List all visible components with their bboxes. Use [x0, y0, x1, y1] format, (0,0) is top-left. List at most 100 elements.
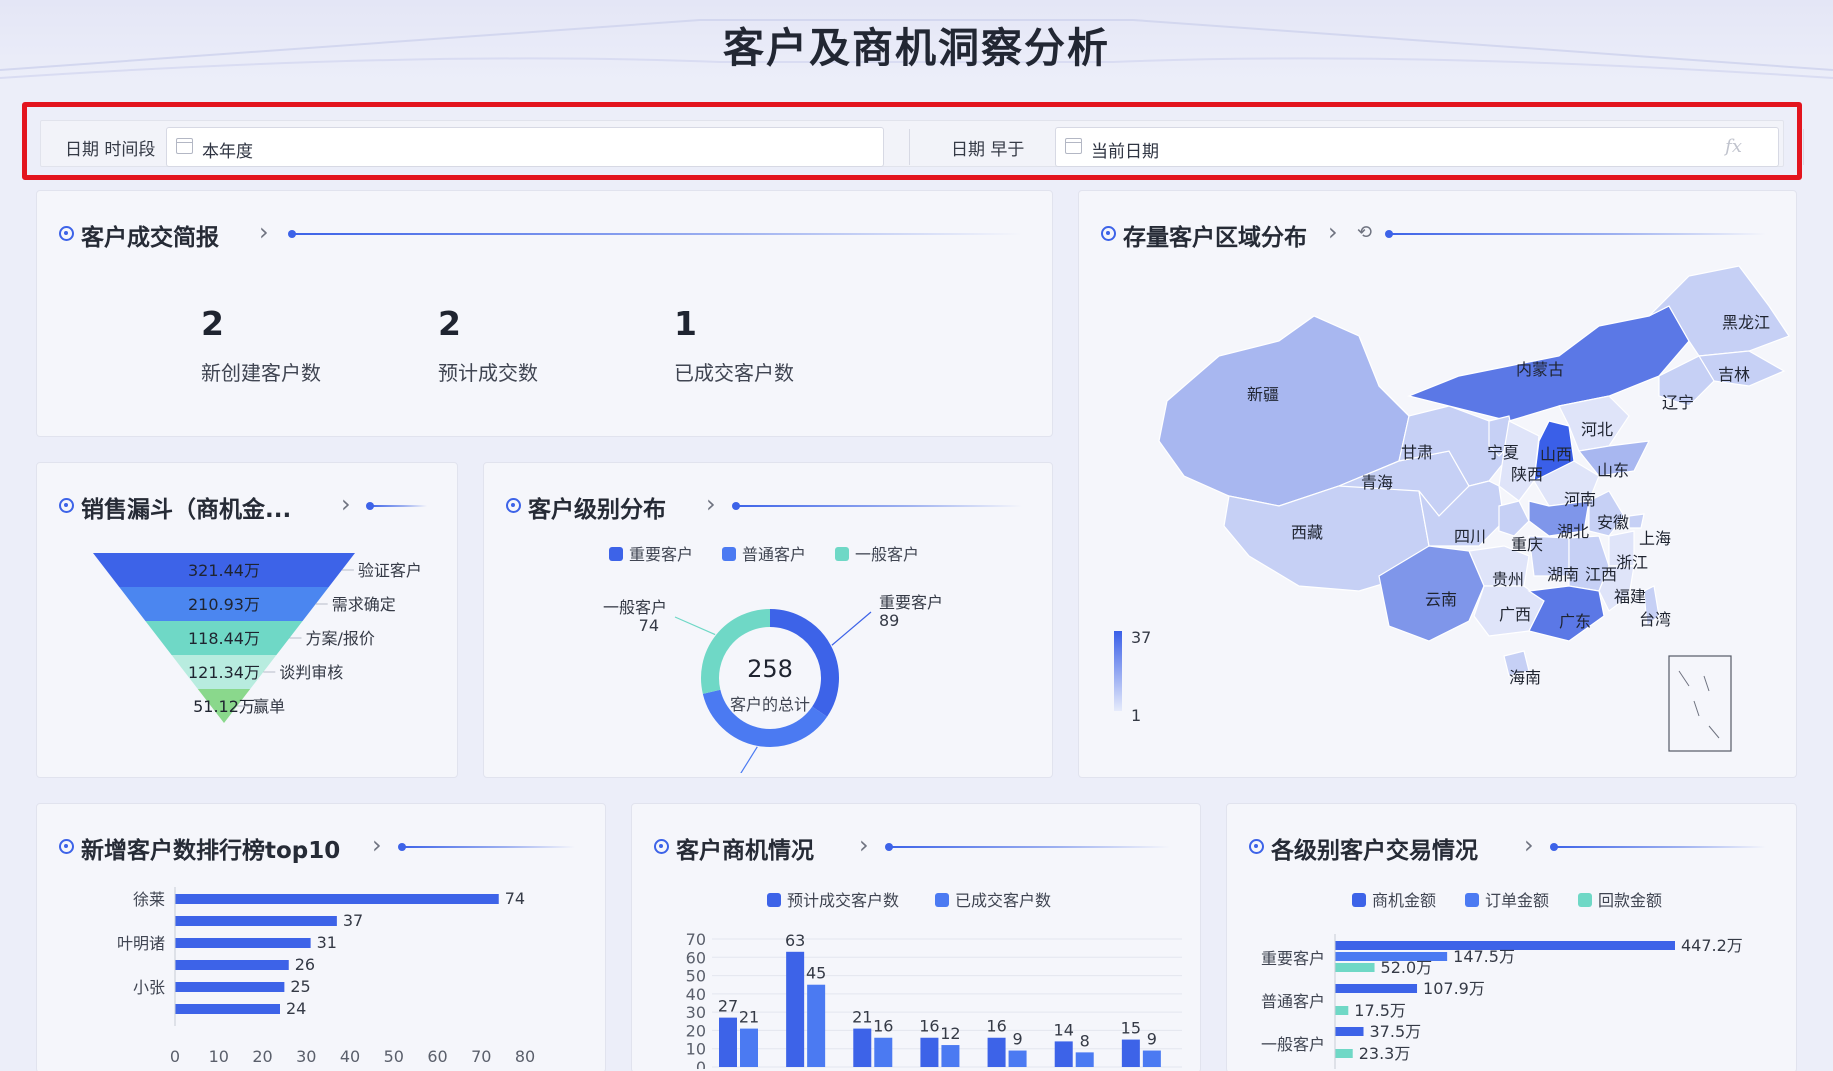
province-label: 河南 — [1564, 490, 1596, 509]
link-icon[interactable]: ⟲ — [1357, 222, 1372, 243]
legend-swatch — [1465, 893, 1479, 907]
opp-bar[interactable] — [987, 1037, 1006, 1067]
south-china-sea-inset — [1668, 655, 1732, 752]
trans-bar[interactable] — [1335, 963, 1375, 972]
opp-value-label: 16 — [873, 1017, 893, 1036]
ranking-x-tick-label: 0 — [170, 1047, 180, 1066]
card-title[interactable]: 客户商机情况 — [676, 831, 814, 865]
title-dot-icon — [654, 839, 669, 854]
donut-leader-line — [674, 616, 716, 636]
donut-value-label: 89 — [879, 611, 899, 630]
trans-bar[interactable] — [1335, 1049, 1353, 1058]
province-label: 海南 — [1509, 668, 1541, 687]
ranking-bar-chart[interactable]: 74 徐莱 37 31 叶明诸 26 25 小张 24 0 10 20 30 40 50 60 70 80 — [37, 879, 605, 1069]
funnel-value-label: 210.93万 — [188, 595, 260, 614]
province-label: 河北 — [1581, 420, 1613, 439]
opp-bar[interactable] — [1008, 1050, 1027, 1067]
ranking-bar[interactable] — [175, 982, 285, 992]
opp-bar[interactable] — [740, 1028, 758, 1067]
donut-chart[interactable]: 重要客户普通客户一般客户258客户的总计重要客户89普通客户95一般客户74 — [484, 533, 1052, 773]
opp-bar[interactable] — [719, 1017, 737, 1067]
card-title[interactable]: 客户成交简报 — [81, 218, 219, 252]
trans-bar[interactable] — [1335, 1006, 1349, 1015]
title-underline — [1550, 843, 1766, 851]
chevron-right-icon[interactable]: › — [859, 831, 869, 859]
ranking-bar[interactable] — [175, 894, 499, 904]
chevron-right-icon[interactable]: › — [259, 218, 269, 246]
opp-bar[interactable] — [920, 1037, 939, 1067]
ranking-x-tick-label: 50 — [384, 1047, 404, 1066]
card-title[interactable]: 客户级别分布 — [528, 490, 666, 524]
opportunity-card: 客户商机情况 › 预计成交客户数 已成交客户数 70 60 50 40 30 20 10 0 27 2… — [631, 803, 1201, 1071]
opp-bar[interactable] — [1142, 1050, 1161, 1067]
card-header: 新增客户数排行榜top10 › — [59, 831, 585, 864]
ranking-category-label: 小张 — [133, 978, 165, 997]
opp-bar[interactable] — [874, 1037, 893, 1067]
opp-bar[interactable] — [1054, 1041, 1073, 1067]
province-label: 福建 — [1614, 587, 1646, 606]
opp-bar[interactable] — [941, 1045, 960, 1067]
opp-bar[interactable] — [853, 1028, 872, 1067]
opp-y-tick-label: 10 — [686, 1040, 706, 1059]
card-header: 销售漏斗（商机金... › — [59, 490, 437, 523]
chevron-right-icon[interactable]: › — [706, 490, 716, 518]
inset-islands — [1678, 670, 1720, 739]
ranking-bar[interactable] — [175, 1004, 280, 1014]
opp-value-label: 21 — [739, 1008, 759, 1027]
calendar-icon — [176, 138, 193, 154]
formula-icon[interactable]: fx — [1725, 136, 1742, 157]
filter-divider — [909, 129, 910, 165]
stat-label: 已成交客户数 — [674, 361, 794, 385]
opportunity-bar-chart[interactable]: 预计成交客户数 已成交客户数7060504030201002721634521 16… — [632, 879, 1200, 1069]
ranking-value-label: 24 — [286, 999, 306, 1018]
transaction-bar-chart[interactable]: 商机金额 订单金额 回款金额重要客户 447.2万 147.5万 52.0万普通客户 107… — [1227, 879, 1796, 1069]
ranking-bar[interactable] — [175, 960, 289, 970]
legend-swatch — [1352, 893, 1366, 907]
chevron-right-icon[interactable]: › — [341, 490, 351, 518]
chevron-right-icon[interactable]: › — [1328, 218, 1338, 246]
opp-bar[interactable] — [1121, 1039, 1140, 1067]
province-重庆[interactable] — [1498, 500, 1530, 537]
ranking-x-tick-label: 10 — [209, 1047, 229, 1066]
card-title[interactable]: 各级别客户交易情况 — [1271, 831, 1478, 865]
card-header: 存量客户区域分布 › ⟲ — [1101, 218, 1776, 251]
ranking-category-label: 叶明诸 — [117, 934, 165, 953]
chevron-right-icon[interactable]: › — [1524, 831, 1534, 859]
province-label: 湖北 — [1557, 522, 1589, 541]
card-title[interactable]: 新增客户数排行榜top10 — [81, 831, 340, 865]
ranking-bar[interactable] — [175, 938, 311, 948]
legend-swatch — [767, 893, 781, 907]
opp-value-label: 45 — [806, 964, 826, 983]
trans-value-label: 447.2万 — [1681, 936, 1743, 955]
period-filter-input[interactable]: 本年度 — [166, 127, 884, 167]
trans-value-label: 37.5万 — [1370, 1022, 1422, 1041]
opp-value-label: 27 — [718, 997, 738, 1016]
chevron-right-icon[interactable]: › — [372, 831, 382, 859]
opp-bar[interactable] — [807, 984, 826, 1067]
funnel-chart[interactable]: 321.44万 验证客户 210.93万 需求确定 118.44万 方案/报价 121.34… — [37, 543, 457, 773]
map-legend-bar[interactable] — [1114, 631, 1122, 711]
legend-label: 重要客户 — [629, 545, 693, 564]
trans-bar[interactable] — [1335, 1027, 1364, 1036]
title-underline — [1385, 230, 1766, 238]
card-title[interactable]: 销售漏斗（商机金... — [81, 490, 291, 524]
donut-leader-line — [831, 611, 872, 646]
before-filter-input[interactable]: 当前日期 fx — [1055, 127, 1779, 167]
province-上海[interactable] — [1628, 513, 1645, 529]
opp-bar[interactable] — [786, 951, 805, 1067]
ranking-bar[interactable] — [175, 916, 337, 926]
trans-value-label: 107.9万 — [1423, 979, 1485, 998]
legend-label: 预计成交客户数 — [787, 891, 899, 910]
trans-bar[interactable] — [1335, 984, 1418, 993]
opp-value-label: 9 — [1147, 1030, 1157, 1049]
legend-label: 订单金额 — [1485, 891, 1549, 910]
opp-bar[interactable] — [1075, 1052, 1094, 1067]
opp-value-label: 16 — [986, 1017, 1006, 1036]
china-map[interactable]: 新疆西藏 青海甘肃 内蒙古 黑龙江吉林辽宁河北山西 宁夏陕西 山东河南四川 重庆湖北 安徽上海… — [1079, 246, 1798, 776]
trans-category-label: 重要客户 — [1261, 949, 1325, 968]
title-dot-icon — [1101, 226, 1116, 241]
ranking-value-label: 74 — [505, 889, 525, 908]
level-pie-card: 客户级别分布 › 重要客户普通客户一般客户258客户的总计重要客户89普通客户9… — [483, 462, 1053, 778]
ranking-value-label: 31 — [317, 933, 337, 952]
opp-value-label: 14 — [1054, 1020, 1074, 1039]
